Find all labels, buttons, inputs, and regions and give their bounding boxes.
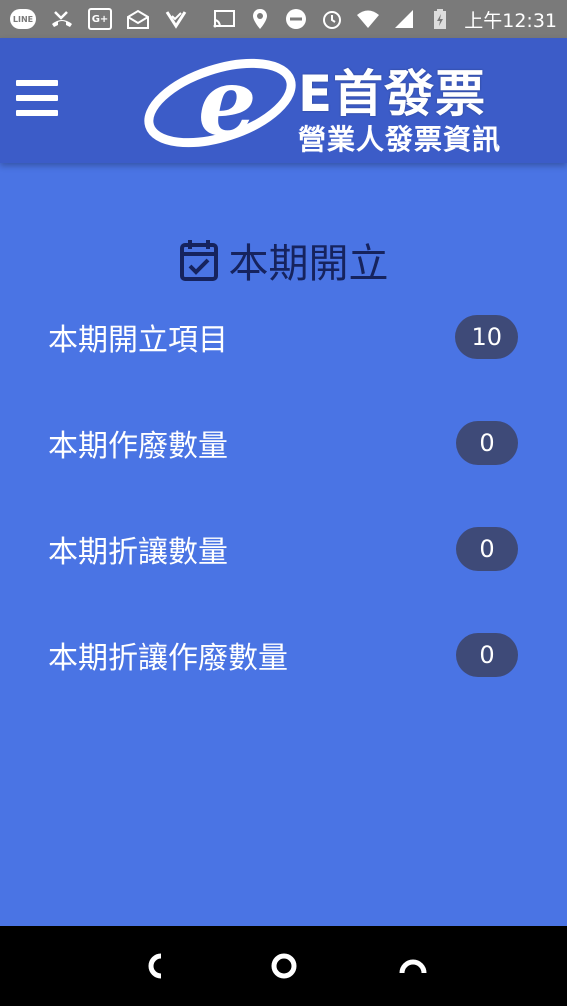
count-badge: 0 (456, 633, 518, 677)
logo-subtitle: 營業人發票資訊 (298, 123, 502, 156)
stat-row-allowance-voided-count[interactable]: 本期折讓作廢數量 0 (48, 633, 518, 677)
app-logo: e E首發票 營業人發票資訊 (140, 48, 520, 158)
section-title: 本期開立 (228, 241, 389, 287)
check-badge-icon (164, 8, 188, 30)
missed-call-icon (50, 8, 74, 30)
status-bar: LINE G+ 上午12:31 (0, 0, 567, 38)
mail-icon (126, 8, 150, 30)
logo-title: E首發票 (298, 65, 487, 123)
back-icon[interactable] (135, 946, 175, 986)
navigation-bar (0, 926, 567, 1006)
stat-label: 本期折讓數量 (48, 535, 228, 570)
svg-text:e: e (198, 48, 257, 156)
system-icons: 上午12:31 (212, 6, 557, 33)
alarm-icon (320, 8, 344, 30)
battery-charging-icon (428, 8, 452, 30)
app-header: e E首發票 營業人發票資訊 (0, 38, 567, 163)
recents-icon[interactable] (393, 946, 433, 986)
count-badge: 0 (456, 421, 518, 465)
calendar-check-icon (179, 240, 218, 281)
section-header: 本期開立 (0, 232, 567, 288)
do-not-disturb-icon (284, 8, 308, 30)
e-logo-icon: e (144, 48, 296, 156)
status-clock: 上午12:31 (464, 9, 557, 32)
google-plus-icon: G+ (88, 8, 112, 30)
count-badge: 0 (456, 527, 518, 571)
hamburger-menu-icon[interactable] (16, 80, 58, 116)
location-icon (248, 8, 272, 30)
stat-label: 本期作廢數量 (48, 429, 228, 464)
home-icon[interactable] (264, 946, 304, 986)
stat-row-voided-count[interactable]: 本期作廢數量 0 (48, 421, 518, 465)
line-icon: LINE (10, 9, 36, 29)
notification-icons: LINE G+ (10, 8, 188, 30)
stat-row-allowance-count[interactable]: 本期折讓數量 0 (48, 527, 518, 571)
stat-label: 本期折讓作廢數量 (48, 641, 288, 676)
count-badge: 10 (455, 315, 518, 359)
signal-icon (392, 8, 416, 30)
wifi-icon (356, 8, 380, 30)
stat-label: 本期開立項目 (48, 323, 228, 358)
stat-row-issued-items[interactable]: 本期開立項目 10 (48, 315, 518, 359)
cast-icon (212, 8, 236, 30)
